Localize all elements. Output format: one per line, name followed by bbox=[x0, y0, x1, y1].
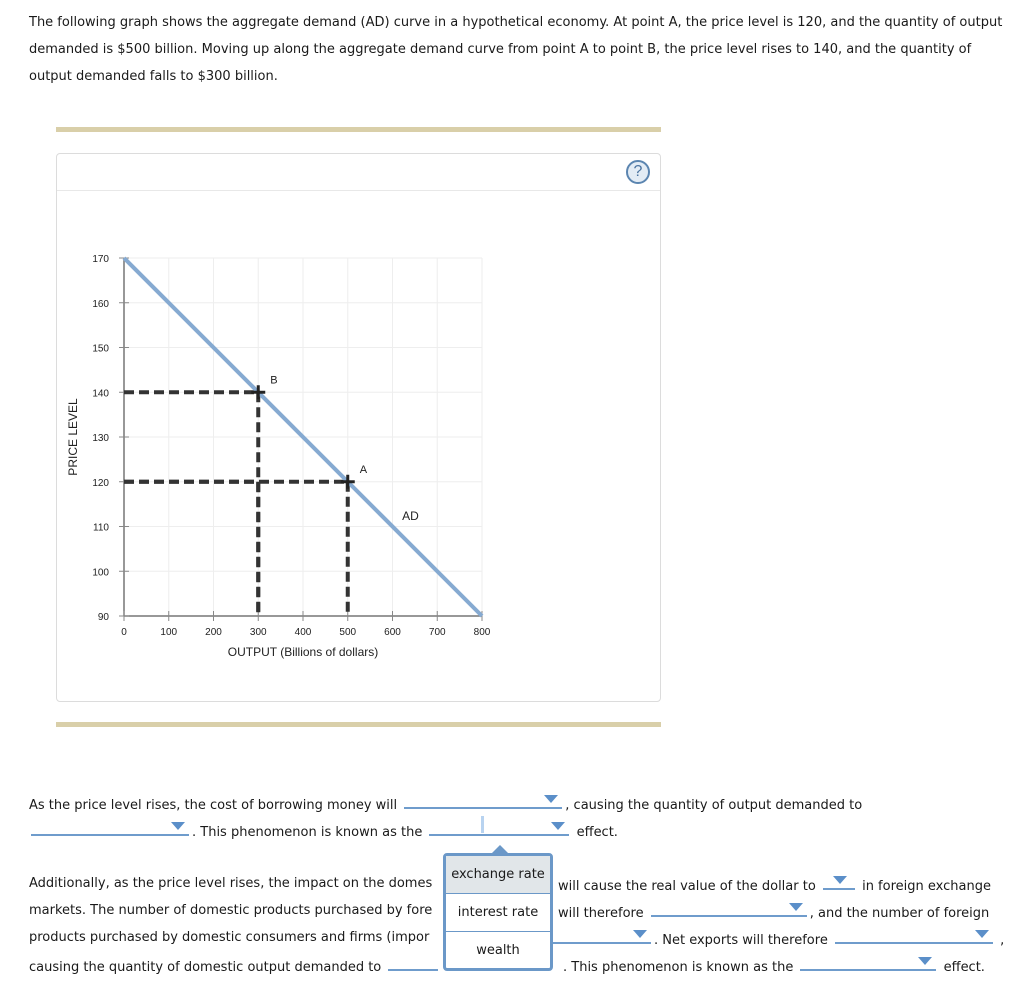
dropdown-options-popup: exchange rate interest rate wealth bbox=[443, 853, 553, 971]
q2-text: effect. bbox=[943, 960, 985, 975]
q2-text: causing the quantity of domestic output … bbox=[29, 960, 382, 975]
chevron-down-icon bbox=[544, 795, 559, 803]
x-tick-label: 100 bbox=[160, 627, 177, 638]
question2-line2-right: will therefore , and the number of forei… bbox=[558, 897, 989, 927]
y-tick-label: 90 bbox=[98, 612, 110, 623]
graph-panel: ? 0 100 200 300 400 500 600 700 800 90 100 110 120 13… bbox=[56, 153, 661, 702]
chevron-down-icon bbox=[832, 876, 847, 884]
point-label-a: A bbox=[360, 464, 368, 476]
chevron-down-icon bbox=[918, 957, 933, 965]
x-tick-label: 600 bbox=[384, 627, 401, 638]
x-tick-label: 300 bbox=[250, 627, 267, 638]
chevron-down-icon bbox=[788, 903, 803, 911]
q2-text: in foreign exchange bbox=[862, 879, 991, 894]
q2-text: Additionally, as the price level rises, … bbox=[29, 876, 433, 891]
q1-text: , causing the quantity of output demande… bbox=[565, 798, 863, 813]
question2-line3: products purchased by domestic consumers… bbox=[29, 924, 429, 951]
q1-text: As the price level rises, the cost of bo… bbox=[29, 798, 398, 813]
intro-line: demanded is $500 billion. Moving up alon… bbox=[29, 42, 972, 57]
dropdown-dollar-value[interactable] bbox=[822, 870, 855, 890]
question2-line2: markets. The number of domestic products… bbox=[29, 897, 432, 924]
chevron-down-icon bbox=[633, 930, 647, 938]
option-exchange-rate[interactable]: exchange rate bbox=[446, 856, 550, 894]
q1-text: effect. bbox=[576, 825, 618, 840]
question2-line4-right: . This phenomenon is known as the effect… bbox=[563, 951, 985, 981]
dropdown-imports[interactable] bbox=[553, 924, 651, 944]
q2-text: will cause the real value of the dollar … bbox=[558, 879, 816, 894]
q2-text: . Net exports will therefore bbox=[654, 933, 828, 948]
x-tick-label: 200 bbox=[205, 627, 222, 638]
dropdown-exports[interactable] bbox=[650, 897, 807, 917]
ad-curve-label: AD bbox=[402, 509, 419, 523]
popup-pointer bbox=[492, 845, 508, 853]
x-tick-label: 500 bbox=[339, 627, 356, 638]
option-interest-rate[interactable]: interest rate bbox=[446, 894, 550, 932]
q2-text: markets. The number of domestic products… bbox=[29, 903, 433, 918]
y-tick-label: 170 bbox=[92, 254, 109, 265]
y-tick-label: 120 bbox=[92, 478, 109, 489]
text-cursor bbox=[481, 816, 485, 833]
y-axis-label: PRICE LEVEL bbox=[66, 398, 80, 476]
x-tick-label: 700 bbox=[429, 627, 446, 638]
ad-chart: 0 100 200 300 400 500 600 700 800 90 100 110 120 130 1… bbox=[66, 254, 491, 659]
dropdown-net-exports[interactable] bbox=[834, 924, 993, 944]
question2-line4: causing the quantity of domestic output … bbox=[29, 951, 441, 981]
dropdown-quantity-demanded[interactable] bbox=[31, 816, 189, 836]
q2-text: . This phenomenon is known as the bbox=[563, 960, 794, 975]
chevron-down-icon bbox=[551, 822, 566, 830]
dropdown-effect-name-2[interactable] bbox=[800, 951, 937, 971]
q2-text: , and the number of foreign bbox=[809, 906, 990, 921]
dropdown-effect-name[interactable] bbox=[429, 816, 570, 836]
q1-text: . This phenomenon is known as the bbox=[192, 825, 423, 840]
y-tick-label: 110 bbox=[93, 523, 109, 534]
x-axis-label: OUTPUT (Billions of dollars) bbox=[228, 645, 378, 659]
question2-line1: Additionally, as the price level rises, … bbox=[29, 870, 432, 897]
y-tick-label: 160 bbox=[92, 299, 109, 310]
question1-line1: As the price level rises, the cost of bo… bbox=[29, 789, 862, 819]
chevron-down-icon bbox=[974, 930, 989, 938]
y-tick-label: 130 bbox=[92, 433, 109, 444]
question2-line1-right: will cause the real value of the dollar … bbox=[558, 870, 991, 900]
chart-guides bbox=[124, 390, 350, 616]
chevron-down-icon bbox=[171, 822, 185, 830]
intro-line: The following graph shows the aggregate … bbox=[29, 15, 1003, 30]
q2-text: will therefore bbox=[558, 906, 644, 921]
option-wealth[interactable]: wealth bbox=[446, 932, 550, 969]
chart-points: AB bbox=[251, 374, 368, 489]
q2-text: products purchased by domestic consumers… bbox=[29, 930, 430, 945]
bottom-divider bbox=[56, 722, 661, 727]
x-tick-label: 0 bbox=[121, 627, 127, 638]
x-tick-label: 800 bbox=[474, 627, 491, 638]
q2-text: , bbox=[1000, 933, 1005, 948]
x-tick-label: 400 bbox=[295, 627, 312, 638]
y-tick-label: 100 bbox=[92, 567, 109, 578]
y-tick-label: 150 bbox=[92, 344, 109, 355]
intro-text: The following graph shows the aggregate … bbox=[29, 9, 1024, 90]
question2-line3-right: . Net exports will therefore , bbox=[553, 924, 1004, 954]
y-tick-label: 140 bbox=[92, 388, 109, 399]
chart-ticks: 0 100 200 300 400 500 600 700 800 90 100 110 120 130 1… bbox=[92, 254, 490, 638]
intro-line: output demanded falls to $300 billion. bbox=[29, 69, 278, 84]
question1-line2: . This phenomenon is known as the effect… bbox=[29, 816, 618, 846]
dropdown-domestic-output[interactable] bbox=[388, 951, 439, 971]
dropdown-borrowing-cost[interactable] bbox=[404, 789, 563, 809]
point-label-b: B bbox=[270, 374, 277, 386]
top-divider bbox=[56, 127, 661, 132]
